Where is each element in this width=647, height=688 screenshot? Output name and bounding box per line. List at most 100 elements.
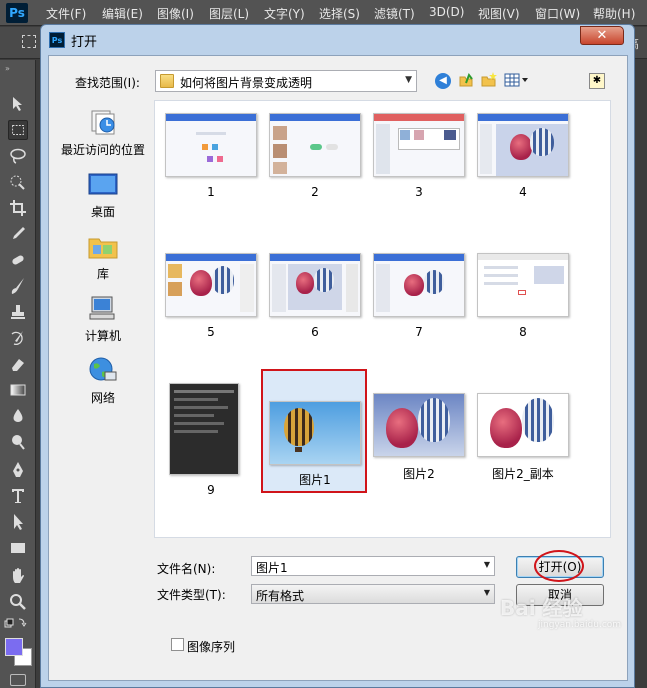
healing-brush-tool-icon[interactable] <box>8 250 28 270</box>
file-item-selected[interactable]: 图片1 <box>261 369 367 493</box>
file-name: 8 <box>519 325 527 339</box>
blur-tool-icon[interactable] <box>8 406 28 426</box>
dialog-title: 打开 <box>71 35 98 50</box>
file-thumbnail <box>373 253 465 317</box>
watermark-url: jingyan.baidu.com <box>538 620 622 630</box>
back-arrow-icon[interactable]: ◀ <box>435 73 451 89</box>
new-folder-icon[interactable] <box>480 71 498 89</box>
menu-window[interactable]: 窗口(W) <box>535 5 580 22</box>
file-item[interactable]: 图片2 <box>367 383 471 487</box>
watermark: Bai 经验 <box>500 596 583 620</box>
place-label: 桌面 <box>90 205 115 219</box>
place-network[interactable]: 网络 <box>61 356 145 414</box>
views-menu-icon[interactable] <box>503 71 531 89</box>
place-recent[interactable]: 最近访问的位置 <box>61 108 145 166</box>
look-in-value: 如何将图片背景变成透明 <box>180 76 313 90</box>
menu-file[interactable]: 文件(F) <box>46 5 86 22</box>
menu-help[interactable]: 帮助(H) <box>593 5 635 22</box>
marquee-tool-icon[interactable] <box>8 120 28 140</box>
file-item[interactable]: 1 <box>159 103 263 207</box>
eyedropper-tool-icon[interactable] <box>8 224 28 244</box>
file-item[interactable]: 2 <box>263 103 367 207</box>
zoom-tool-icon[interactable] <box>8 592 28 612</box>
eraser-tool-icon[interactable] <box>8 354 28 374</box>
menu-edit[interactable]: 编辑(E) <box>102 5 143 22</box>
file-item[interactable]: 5 <box>159 243 263 347</box>
file-name: 6 <box>311 325 319 339</box>
file-name: 图片2 <box>403 467 435 481</box>
file-thumbnail <box>165 113 257 177</box>
up-folder-icon[interactable] <box>457 71 475 89</box>
menu-select[interactable]: 选择(S) <box>319 5 360 22</box>
file-name: 9 <box>207 483 215 497</box>
file-thumbnail <box>269 113 361 177</box>
swap-colors-icon[interactable] <box>4 616 28 632</box>
place-libraries[interactable]: 库 <box>61 232 145 290</box>
path-selection-tool-icon[interactable] <box>8 512 28 532</box>
file-name: 图片1 <box>299 473 331 487</box>
file-name: 4 <box>519 185 527 199</box>
file-thumbnail <box>165 253 257 317</box>
chevron-down-icon[interactable]: ▼ <box>484 560 490 569</box>
menu-view[interactable]: 视图(V) <box>478 5 520 22</box>
menu-filter[interactable]: 滤镜(T) <box>374 5 415 22</box>
menu-type[interactable]: 文字(Y) <box>264 5 305 22</box>
file-thumbnail <box>373 113 465 177</box>
foreground-color-swatch[interactable] <box>5 638 23 656</box>
rectangle-tool-icon[interactable] <box>8 538 28 558</box>
clone-stamp-tool-icon[interactable] <box>8 302 28 322</box>
dialog-body: 查找范围(I): 如何将图片背景变成透明 ▼ ◀ ✱ 最近访问的位置 桌面 库 … <box>48 55 628 681</box>
file-thumbnail <box>477 393 569 457</box>
menu-3d[interactable]: 3D(D) <box>429 5 464 19</box>
brush-tool-icon[interactable] <box>8 276 28 296</box>
file-thumbnail <box>269 401 361 465</box>
file-item[interactable]: 6 <box>263 243 367 347</box>
quick-select-tool-icon[interactable] <box>8 172 28 192</box>
place-label: 库 <box>96 267 109 281</box>
photoshop-logo: Ps <box>6 3 28 23</box>
file-name: 2 <box>311 185 319 199</box>
image-sequence-checkbox[interactable] <box>171 638 184 651</box>
menu-layer[interactable]: 图层(L) <box>209 5 249 22</box>
lasso-tool-icon[interactable] <box>8 146 28 166</box>
gradient-tool-icon[interactable] <box>8 380 28 400</box>
file-type-dropdown[interactable]: 所有格式 ▼ <box>251 584 495 604</box>
menu-bar: Ps 文件(F) 编辑(E) 图像(I) 图层(L) 文字(Y) 选择(S) 滤… <box>0 0 647 26</box>
file-list-view[interactable]: 1 2 3 4 5 6 7 8 9 图片1 图片2 图片2_副本 <box>154 100 611 538</box>
toolbox-grip-icon[interactable]: » <box>5 64 11 73</box>
place-desktop[interactable]: 桌面 <box>61 170 145 228</box>
file-type-value: 所有格式 <box>256 589 305 603</box>
file-item[interactable]: 4 <box>471 103 575 207</box>
dodge-tool-icon[interactable] <box>8 432 28 452</box>
place-computer[interactable]: 计算机 <box>61 294 145 352</box>
quick-mask-button[interactable] <box>10 674 26 686</box>
places-bar: 最近访问的位置 桌面 库 计算机 网络 <box>61 100 145 625</box>
file-item[interactable]: 8 <box>471 243 575 347</box>
file-item[interactable]: 3 <box>367 103 471 207</box>
menu-image[interactable]: 图像(I) <box>157 5 194 22</box>
file-item[interactable]: 9 <box>159 383 263 497</box>
hand-tool-icon[interactable] <box>8 566 28 586</box>
file-name: 3 <box>415 185 423 199</box>
pen-tool-icon[interactable] <box>8 460 28 480</box>
file-name: 图片2_副本 <box>492 467 554 481</box>
history-brush-tool-icon[interactable] <box>8 328 28 348</box>
crop-tool-icon[interactable] <box>8 198 28 218</box>
look-in-dropdown[interactable]: 如何将图片背景变成透明 ▼ <box>155 70 417 92</box>
file-name: 5 <box>207 325 215 339</box>
folder-icon <box>160 74 174 88</box>
move-tool-icon[interactable] <box>8 94 28 114</box>
marquee-preset-icon[interactable] <box>22 35 36 48</box>
file-item[interactable]: 7 <box>367 243 471 347</box>
look-in-label: 查找范围(I): <box>75 76 140 90</box>
chevron-down-icon: ▼ <box>483 588 490 597</box>
bridge-star-icon[interactable]: ✱ <box>589 73 605 89</box>
file-name-value: 图片1 <box>256 561 288 575</box>
file-thumbnail <box>477 113 569 177</box>
file-name-input[interactable]: 图片1 ▼ <box>251 556 495 576</box>
libraries-icon <box>88 238 118 259</box>
file-item[interactable]: 图片2_副本 <box>471 383 575 487</box>
type-tool-icon[interactable] <box>8 486 28 506</box>
close-button[interactable]: ✕ <box>580 26 624 45</box>
computer-icon <box>89 296 115 320</box>
